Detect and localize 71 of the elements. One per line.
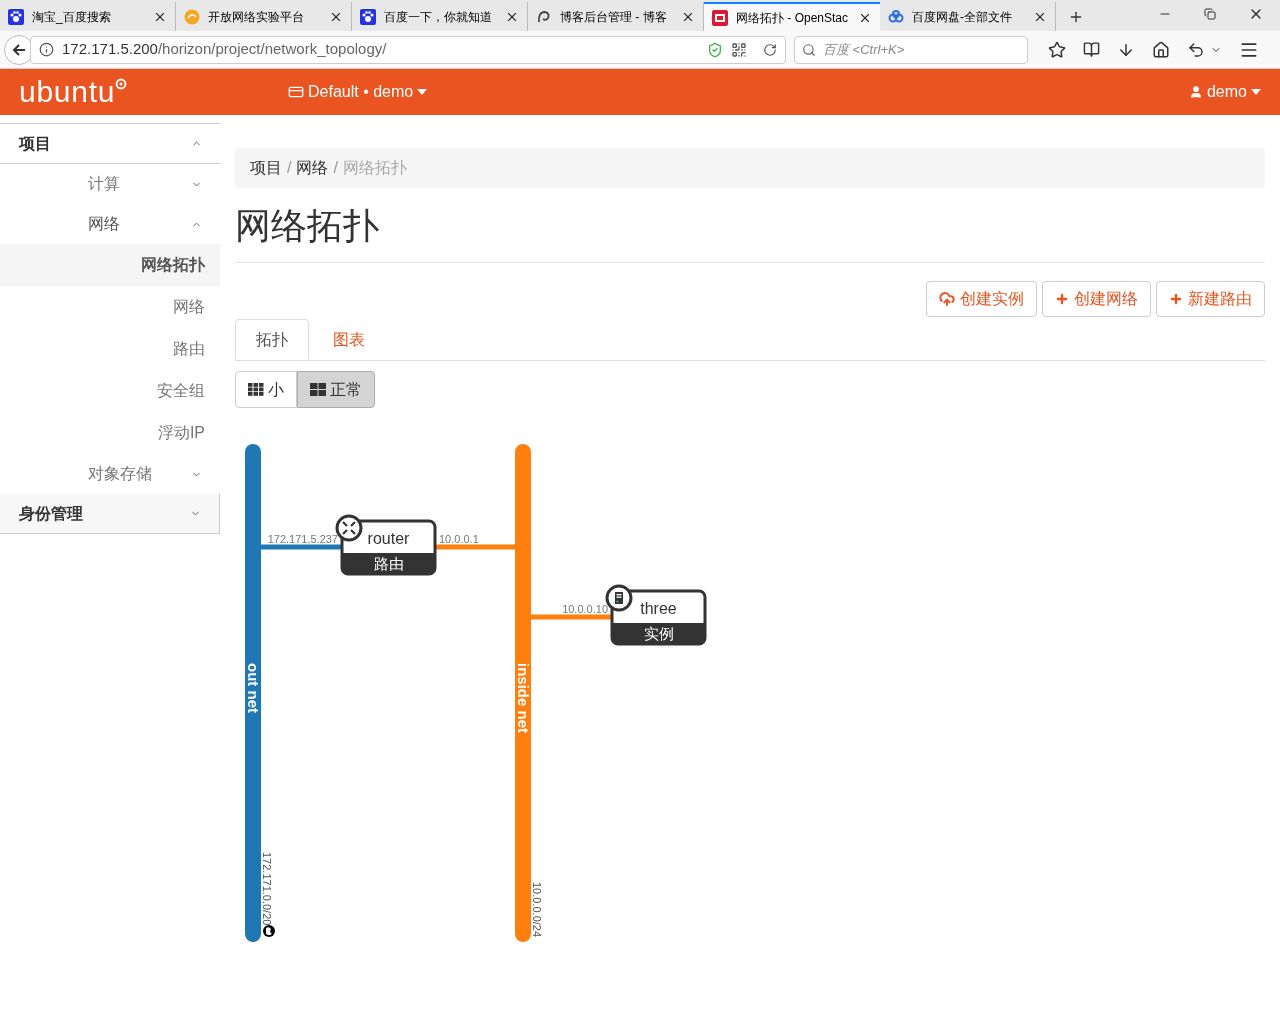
device-name: three: [640, 600, 677, 617]
action-button[interactable]: 新建路由: [1156, 281, 1265, 317]
size-toggle-button[interactable]: 正常: [297, 371, 375, 408]
card-icon: [288, 84, 304, 100]
device-type: 路由: [373, 555, 404, 572]
logo[interactable]: ubuntu: [19, 77, 116, 107]
qr-code-icon[interactable]: [731, 41, 747, 58]
size-toggle-button[interactable]: 小: [235, 371, 297, 408]
browser-tab[interactable]: 网络拓扑 - OpenStac: [704, 2, 880, 31]
logo-mark-icon: [115, 78, 128, 90]
cloud-icon: [888, 8, 904, 25]
bookmark-star-icon[interactable]: [1048, 40, 1066, 59]
sidebar-link[interactable]: 安全组: [0, 370, 220, 412]
sidebar-group[interactable]: 网络: [0, 204, 220, 244]
caret-icon: [417, 89, 428, 95]
cidr-label: 172.171.0.0/20: [261, 852, 273, 926]
orb-icon: [184, 8, 200, 25]
network-name: inside net: [515, 663, 532, 733]
breadcrumb-link[interactable]: 网络: [296, 156, 329, 180]
ip-label: 10.0.0.1: [439, 533, 479, 545]
plus-icon: [1055, 292, 1069, 306]
breadcrumb-separator: /: [332, 158, 339, 178]
paw-icon: [8, 8, 24, 25]
user-menu[interactable]: demo: [1188, 80, 1280, 104]
search-field[interactable]: 百度 <Ctrl+K>: [794, 35, 1028, 64]
action-button[interactable]: 创建实例: [926, 281, 1037, 317]
breadcrumb-link[interactable]: 项目: [250, 156, 282, 180]
reader-icon[interactable]: [1083, 41, 1100, 58]
undo-icon[interactable]: [1187, 40, 1205, 59]
stack-icon: [712, 9, 728, 26]
sidebar-link[interactable]: 浮动IP: [0, 412, 220, 454]
page-title: 网络拓扑: [235, 204, 380, 248]
cloud-upload-icon: [939, 291, 955, 307]
search-icon: [802, 42, 816, 57]
view-tab[interactable]: 图表: [309, 319, 389, 360]
paw-icon: [360, 8, 376, 25]
sidebar-section[interactable]: 身份管理: [0, 494, 220, 534]
shield-icon[interactable]: [707, 41, 723, 58]
view-tab[interactable]: 拓扑: [235, 319, 309, 360]
action-button[interactable]: 创建网络: [1042, 281, 1151, 317]
project-selector[interactable]: Default • demo: [288, 80, 428, 104]
swirl-icon: [536, 8, 552, 25]
plus-icon: [1169, 292, 1183, 306]
grid-large-icon: [310, 383, 326, 396]
network-bar[interactable]: [245, 444, 261, 942]
caret-icon: [1251, 89, 1261, 95]
info-icon[interactable]: [39, 42, 54, 57]
ip-label: 172.171.5.237: [267, 533, 338, 545]
user-icon: [1188, 85, 1203, 99]
back-arrow-icon: [11, 41, 27, 58]
network-name: out net: [245, 663, 262, 713]
home-icon[interactable]: [1152, 40, 1170, 59]
sidebar-link[interactable]: 路由: [0, 328, 220, 370]
restore-icon[interactable]: [1204, 8, 1216, 20]
sidebar-group[interactable]: 对象存储: [0, 454, 220, 494]
new-tab-icon[interactable]: [1068, 9, 1084, 25]
device-type: 实例: [643, 625, 674, 642]
reload-icon[interactable]: [763, 42, 777, 57]
device-node[interactable]: [610, 589, 707, 646]
grid-small-icon: [248, 383, 264, 396]
url-text: 172.171.5.200/horizon/project/network_topology/: [62, 39, 388, 60]
sidebar-link[interactable]: 网络: [0, 286, 220, 328]
sidebar-group[interactable]: 计算: [0, 164, 220, 204]
device-node[interactable]: [340, 519, 437, 576]
ip-label: 10.0.0.10: [562, 603, 608, 615]
sidebar-link[interactable]: 网络拓扑: [0, 244, 220, 286]
cidr-label: 10.0.0.0/24: [531, 882, 543, 938]
globe-icon: [263, 925, 275, 937]
breadcrumb-separator: /: [286, 158, 293, 178]
device-name: router: [367, 530, 410, 547]
address-bar[interactable]: 172.171.5.200/horizon/project/network_topology/: [30, 35, 786, 64]
